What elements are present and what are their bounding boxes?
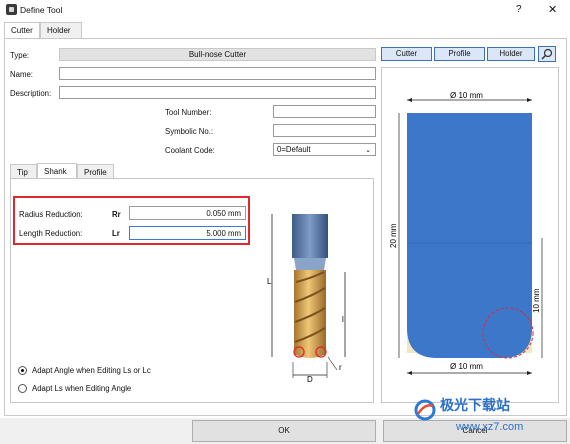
adapt-angle-label: Adapt Angle when Editing Ls or Lc xyxy=(32,366,151,375)
shank-diagram: L l D r xyxy=(267,214,346,382)
close-button[interactable]: ✕ xyxy=(548,3,557,16)
dim-r-leader xyxy=(327,356,338,371)
length-reduction-input[interactable]: 5.000 mm xyxy=(129,226,246,240)
top-tab-bar: Cutter Holder xyxy=(4,22,104,39)
arrow-icon xyxy=(407,98,412,102)
adapt-angle-radio[interactable] xyxy=(18,366,27,375)
chevron-down-icon: ⌄ xyxy=(365,147,371,154)
watermark-text: 极光下载站 xyxy=(440,397,510,413)
length-symbol: Lr xyxy=(112,229,120,238)
description-input[interactable] xyxy=(59,86,376,99)
description-label: Description: xyxy=(10,89,52,98)
radius-reduction-input[interactable]: 0.050 mm xyxy=(129,206,246,220)
tool-number-input[interactable] xyxy=(273,105,376,118)
tab-tip[interactable]: Tip xyxy=(10,164,37,179)
ok-button[interactable]: OK xyxy=(192,420,376,442)
shank-body xyxy=(292,214,328,258)
tool-body xyxy=(407,113,532,358)
tab-holder[interactable]: Holder xyxy=(40,22,82,38)
adapt-ls-radio[interactable] xyxy=(18,384,27,393)
type-field: Bull-nose Cutter xyxy=(59,48,376,61)
shank-neck xyxy=(294,258,326,270)
flute-body xyxy=(294,270,326,358)
zoom-icon xyxy=(541,48,553,60)
radius-symbol: Rr xyxy=(112,210,121,219)
watermark-logo-icon xyxy=(414,399,436,421)
tool-number-label: Tool Number: xyxy=(165,108,212,117)
zoom-button[interactable] xyxy=(538,46,556,62)
length-reduction-label: Length Reduction: xyxy=(19,229,83,238)
arrow-icon xyxy=(527,98,532,102)
tab-shank[interactable]: Shank xyxy=(37,163,77,179)
inner-tab-bar: Tip Shank Profile xyxy=(10,163,120,179)
radius-reduction-label: Radius Reduction: xyxy=(19,210,83,219)
symbolic-input[interactable] xyxy=(273,124,376,137)
arrow-icon xyxy=(407,371,412,375)
label-r: r xyxy=(339,363,342,372)
tool-preview: Ø 10 mm Ø 10 mm 20 mm 10 mm xyxy=(389,91,543,375)
name-label: Name: xyxy=(10,70,33,79)
help-button[interactable]: ? xyxy=(516,4,522,15)
adapt-ls-label: Adapt Ls when Editing Angle xyxy=(32,384,132,393)
coolant-label: Coolant Code: xyxy=(165,146,215,155)
label-L: L xyxy=(267,277,272,286)
top-dim-label: Ø 10 mm xyxy=(450,91,483,100)
arrow-icon xyxy=(527,371,532,375)
coolant-value: 0=Default xyxy=(277,145,311,154)
left-dim-label: 20 mm xyxy=(389,223,398,248)
window-title: Define Tool xyxy=(20,5,63,15)
label-l: l xyxy=(342,315,344,324)
view-profile-button[interactable]: Profile xyxy=(434,47,485,61)
bottom-dim-label: Ø 10 mm xyxy=(450,362,483,371)
title-bar xyxy=(0,0,570,20)
app-icon xyxy=(6,4,17,15)
symbolic-label: Symbolic No.: xyxy=(165,127,214,136)
name-input[interactable] xyxy=(59,67,376,80)
coolant-select[interactable]: 0=Default ⌄ xyxy=(273,143,376,156)
view-cutter-button[interactable]: Cutter xyxy=(381,47,432,61)
label-D: D xyxy=(307,375,313,382)
tab-cutter[interactable]: Cutter xyxy=(4,22,40,39)
view-holder-button[interactable]: Holder xyxy=(487,47,535,61)
type-label: Type: xyxy=(10,51,30,60)
watermark-url: www.xz7.com xyxy=(456,421,524,433)
right-dim-label: 10 mm xyxy=(532,288,541,313)
tab-profile[interactable]: Profile xyxy=(77,164,114,179)
